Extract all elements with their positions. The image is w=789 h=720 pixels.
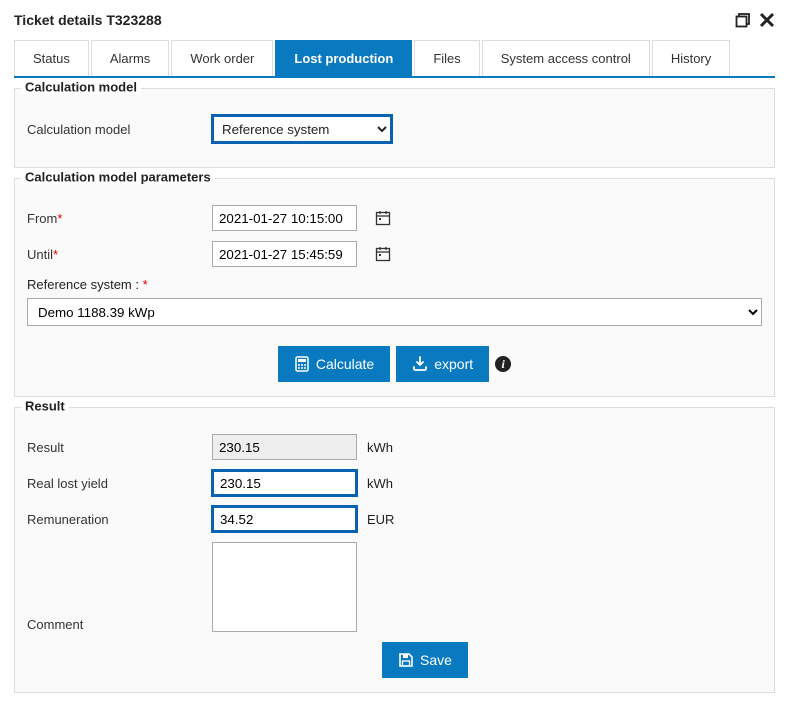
close-icon[interactable] bbox=[759, 12, 775, 28]
calendar-icon[interactable] bbox=[375, 210, 391, 226]
save-icon bbox=[398, 652, 414, 668]
real-lost-yield-label: Real lost yield bbox=[27, 476, 212, 491]
tab-system-access[interactable]: System access control bbox=[482, 40, 650, 76]
result-unit: kWh bbox=[367, 440, 393, 455]
comment-label: Comment bbox=[27, 617, 212, 632]
panel-title-params: Calculation model parameters bbox=[21, 170, 215, 185]
result-label: Result bbox=[27, 440, 212, 455]
remuneration-unit: EUR bbox=[367, 512, 394, 527]
calculate-button[interactable]: Calculate bbox=[278, 346, 390, 382]
ref-system-select[interactable]: Demo 1188.39 kWp bbox=[27, 298, 762, 326]
dialog-title: Ticket details T323288 bbox=[14, 12, 162, 28]
calculator-icon bbox=[294, 356, 310, 372]
remuneration-input[interactable] bbox=[212, 506, 357, 532]
from-input[interactable] bbox=[212, 205, 357, 231]
tab-bar: Status Alarms Work order Lost production… bbox=[14, 40, 775, 78]
tab-alarms[interactable]: Alarms bbox=[91, 40, 169, 76]
result-input bbox=[212, 434, 357, 460]
panel-title-calc-model: Calculation model bbox=[21, 80, 141, 95]
save-button[interactable]: Save bbox=[382, 642, 468, 678]
from-label: From* bbox=[27, 211, 212, 226]
dialog-header: Ticket details T323288 bbox=[10, 10, 779, 36]
tab-files[interactable]: Files bbox=[414, 40, 479, 76]
tab-history[interactable]: History bbox=[652, 40, 730, 76]
real-lost-yield-input[interactable] bbox=[212, 470, 357, 496]
tab-work-order[interactable]: Work order bbox=[171, 40, 273, 76]
until-label: Until* bbox=[27, 247, 212, 262]
download-icon bbox=[412, 356, 428, 372]
panel-title-result: Result bbox=[21, 399, 69, 414]
until-input[interactable] bbox=[212, 241, 357, 267]
export-button[interactable]: export bbox=[396, 346, 489, 382]
calc-model-select[interactable]: Reference system bbox=[212, 115, 392, 143]
calendar-icon[interactable] bbox=[375, 246, 391, 262]
info-icon: i bbox=[495, 356, 511, 372]
result-panel: Result Result kWh Real lost yield kWh Re… bbox=[14, 407, 775, 693]
calc-model-label: Calculation model bbox=[27, 122, 212, 137]
comment-textarea[interactable] bbox=[212, 542, 357, 632]
calculation-model-panel: Calculation model Calculation model Refe… bbox=[14, 88, 775, 168]
real-lost-yield-unit: kWh bbox=[367, 476, 393, 491]
ref-system-label: Reference system : * bbox=[27, 277, 762, 292]
remuneration-label: Remuneration bbox=[27, 512, 212, 527]
tab-lost-production[interactable]: Lost production bbox=[275, 40, 412, 76]
parameters-panel: Calculation model parameters From* Until… bbox=[14, 178, 775, 397]
tab-status[interactable]: Status bbox=[14, 40, 89, 76]
window-restore-icon[interactable] bbox=[735, 12, 751, 28]
